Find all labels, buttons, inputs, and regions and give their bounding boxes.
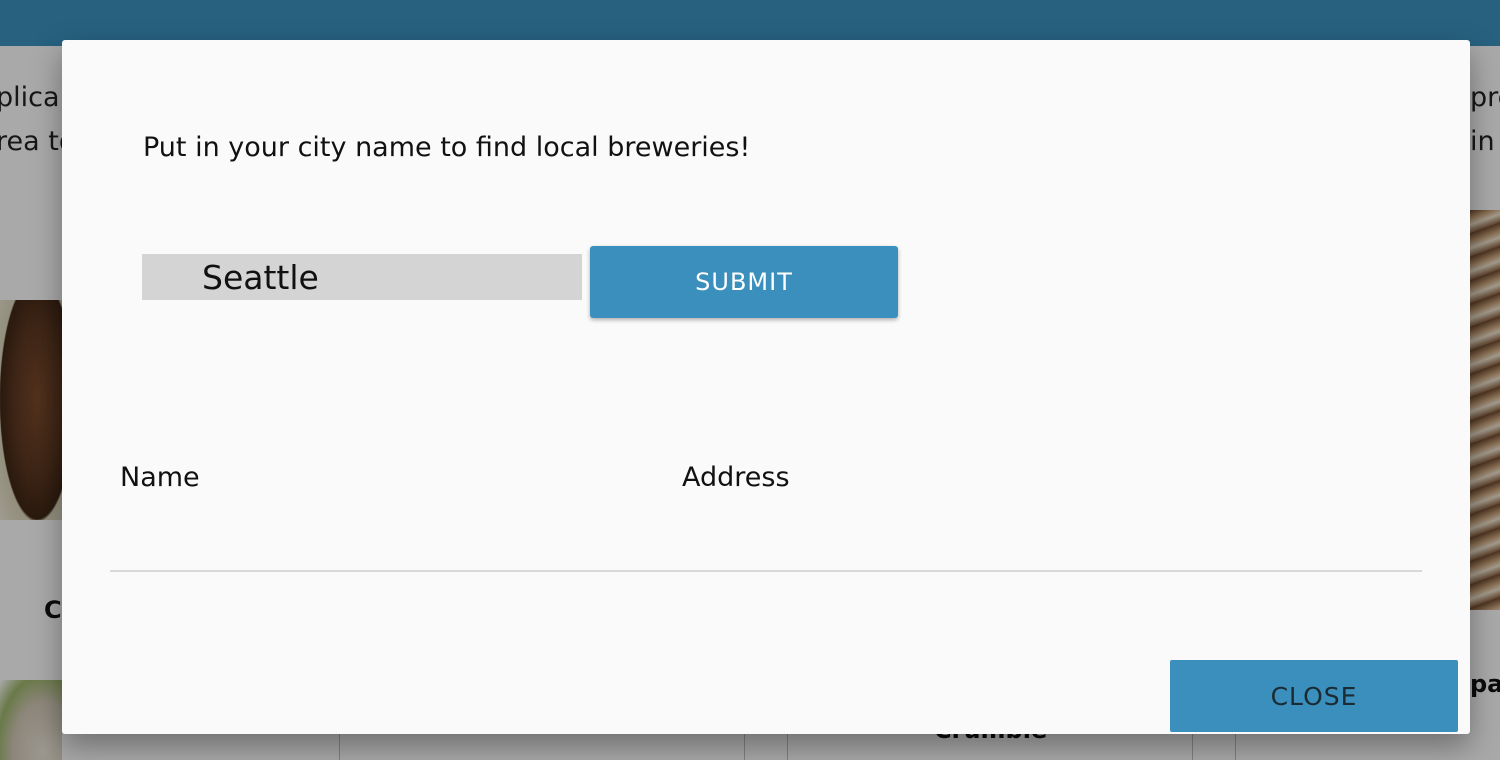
table-header-row: Name Address [110,450,1422,572]
column-header-name: Name [120,462,200,493]
submit-button[interactable]: SUBMIT [590,246,898,318]
brewery-search-dialog: Put in your city name to find local brew… [62,40,1470,734]
column-header-address: Address [682,462,790,493]
dialog-prompt: Put in your city name to find local brew… [143,132,751,163]
close-button[interactable]: CLOSE [1170,660,1458,732]
city-name-input[interactable] [142,254,582,300]
breweries-results-table: Name Address [110,450,1422,572]
